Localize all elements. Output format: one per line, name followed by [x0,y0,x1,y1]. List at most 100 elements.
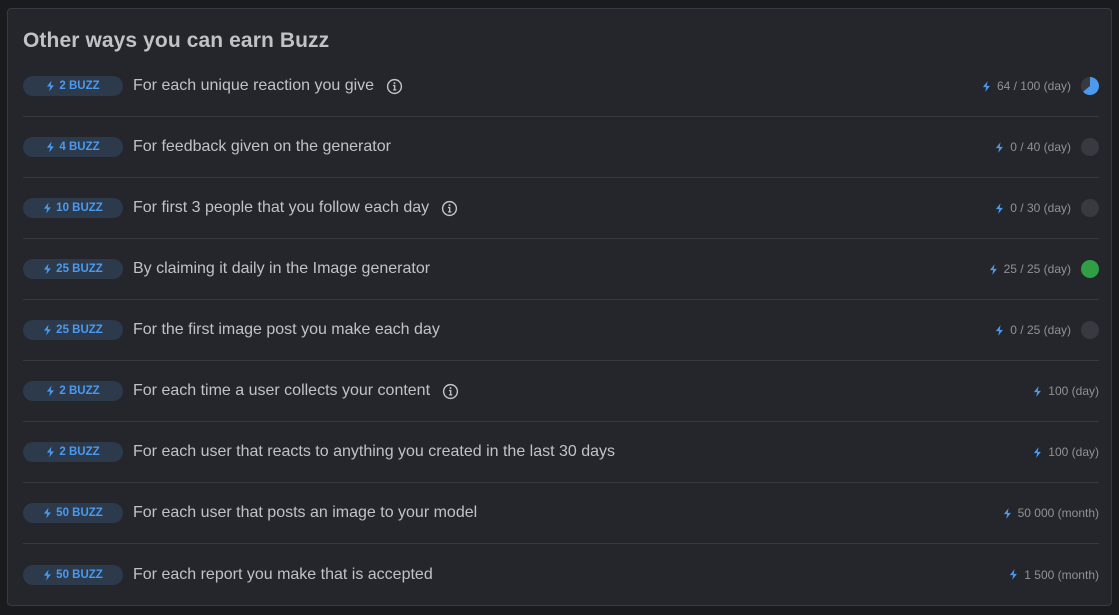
earn-description: For each time a user collects your conte… [133,382,459,400]
lightning-icon [44,507,52,519]
lightning-icon [47,385,55,397]
earn-description-text: For each time a user collects your conte… [133,382,431,399]
buzz-reward-badge: 2 BUZZ [23,381,123,401]
progress-label: 1 500 (month) [1009,568,1099,582]
earn-buzz-row: 10 BUZZ For first 3 people that you follo… [23,178,1099,239]
buzz-reward-label: 25 BUZZ [56,263,103,275]
buzz-reward-badge: 25 BUZZ [23,259,123,279]
info-icon[interactable] [442,383,459,400]
buzz-reward-label: 50 BUZZ [56,568,103,581]
earn-description-text: For each user that posts an image to you… [133,504,478,521]
buzz-reward-label: 25 BUZZ [56,324,103,336]
earn-progress: 1 500 (month) [1009,544,1099,605]
buzz-reward-badge: 10 BUZZ [23,198,123,218]
progress-indicator [1081,260,1099,278]
earn-description: For the first image post you make each d… [133,321,440,339]
earn-description-text: For first 3 people that you follow each … [133,199,430,216]
progress-indicator [1081,199,1099,217]
buzz-reward-badge: 25 BUZZ [23,320,123,340]
earn-description-text: By claiming it daily in the Image genera… [133,260,431,277]
progress-indicator [1081,138,1099,156]
buzz-reward-label: 4 BUZZ [59,141,100,153]
progress-label: 25 / 25 (day) [989,262,1071,276]
earn-buzz-row: 4 BUZZ For feedback given on the generato… [23,117,1099,178]
progress-label: 100 (day) [1033,445,1099,459]
earn-description: For each user that reacts to anything yo… [133,443,615,461]
progress-value: 100 (day) [1048,384,1099,398]
earn-buzz-row: 25 BUZZ For the first image post you make… [23,300,1099,361]
buzz-reward-label: 2 BUZZ [59,385,100,397]
earn-buzz-row: 2 BUZZ For each unique reaction you give 6… [23,56,1099,117]
progress-value: 0 / 30 (day) [1010,201,1071,215]
buzz-reward-label: 2 BUZZ [59,446,100,458]
lightning-icon [47,80,55,92]
buzz-reward-label: 2 BUZZ [59,80,100,92]
progress-indicator [1081,321,1099,339]
progress-label: 0 / 40 (day) [995,140,1071,154]
earn-progress: 25 / 25 (day) [989,239,1099,299]
earn-description-text: For each user that reacts to anything yo… [133,443,616,460]
earn-progress: 0 / 40 (day) [995,117,1099,177]
lightning-icon [47,446,55,458]
lightning-icon [1034,385,1042,397]
earn-buzz-row: 2 BUZZ For each user that reacts to anyth… [23,422,1099,483]
lightning-icon [989,263,997,275]
progress-value: 64 / 100 (day) [996,79,1071,93]
earn-progress: 0 / 25 (day) [995,300,1099,360]
lightning-icon [996,324,1004,336]
earn-progress: 0 / 30 (day) [995,178,1099,238]
lightning-icon [47,141,55,153]
buzz-reward-badge: 50 BUZZ [23,564,123,585]
lightning-icon [996,141,1004,153]
buzz-reward-label: 50 BUZZ [56,507,103,519]
progress-value: 25 / 25 (day) [1003,262,1071,276]
progress-label: 100 (day) [1033,384,1099,398]
buzz-reward-badge: 2 BUZZ [23,76,123,96]
progress-value: 1 500 (month) [1024,567,1099,582]
info-icon[interactable] [441,200,458,217]
lightning-icon [44,202,52,214]
earn-description: For first 3 people that you follow each … [133,199,458,217]
progress-value: 0 / 25 (day) [1010,323,1071,337]
earn-description: For each user that posts an image to you… [133,504,477,522]
earn-buzz-row: 25 BUZZ By claiming it daily in the Image… [23,239,1099,300]
card-title: Other ways you can earn Buzz [23,29,330,52]
earn-description-text: For the first image post you make each d… [133,321,440,338]
lightning-icon [44,569,52,580]
earn-buzz-row: 50 BUZZ For each report you make that is … [23,544,1099,605]
progress-label: 0 / 25 (day) [995,323,1071,337]
earn-description-text: For each unique reaction you give [133,77,375,94]
earn-description-text: For feedback given on the generator [133,138,391,155]
earn-buzz-list: 2 BUZZ For each unique reaction you give 6… [23,56,1099,605]
earn-description-text: For each report you make that is accepte… [133,565,433,583]
earn-progress: 64 / 100 (day) [982,56,1099,116]
progress-value: 0 / 40 (day) [1010,140,1071,154]
earn-description: For feedback given on the generator [133,138,391,156]
earn-progress: 50 000 (month) [1003,483,1099,543]
progress-label: 0 / 30 (day) [995,201,1071,215]
earn-buzz-row: 2 BUZZ For each time a user collects your… [23,361,1099,422]
earn-progress: 100 (day) [1033,422,1099,482]
lightning-icon [1003,507,1011,519]
earn-progress: 100 (day) [1033,361,1099,421]
progress-label: 50 000 (month) [1003,506,1099,520]
lightning-icon [44,263,52,275]
info-icon[interactable] [386,78,403,95]
buzz-reward-badge: 4 BUZZ [23,137,123,157]
lightning-icon [1034,446,1042,458]
earn-description: By claiming it daily in the Image genera… [133,260,430,278]
buzz-reward-badge: 50 BUZZ [23,503,123,523]
lightning-icon [996,202,1004,214]
lightning-icon [982,80,990,92]
buzz-reward-badge: 2 BUZZ [23,442,123,462]
progress-indicator [1081,77,1099,95]
progress-value: 50 000 (month) [1017,506,1099,520]
progress-value: 100 (day) [1048,445,1099,459]
lightning-icon [44,324,52,336]
progress-label: 64 / 100 (day) [982,79,1071,93]
earn-description: For each unique reaction you give [133,77,403,95]
lightning-icon [1010,569,1018,580]
earn-buzz-row: 50 BUZZ For each user that posts an image… [23,483,1099,544]
earn-buzz-card: Other ways you can earn Buzz 2 BUZZ For e… [7,8,1112,606]
buzz-reward-label: 10 BUZZ [56,202,103,214]
